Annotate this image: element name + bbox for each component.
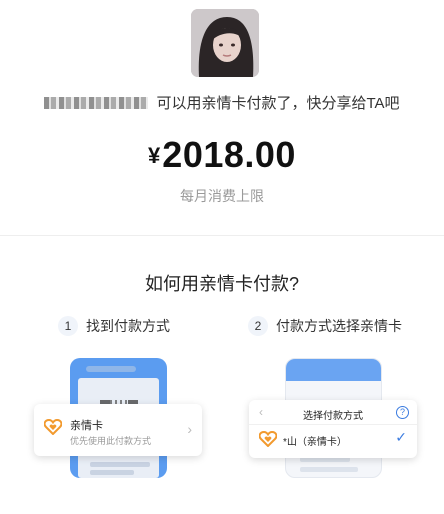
checkmark-icon: ✓ [395,429,407,445]
step-number: 2 [248,316,268,336]
guide-step-1: 1 找到付款方式 [58,316,170,336]
divider [0,235,444,236]
currency-symbol: ¥ [148,143,161,168]
heart-card-icon [258,430,278,452]
placeholder-row [90,470,134,475]
user-avatar-photo-icon [191,9,259,77]
payment-option-label: *山（亲情卡） [283,437,347,448]
monthly-limit-amount: ¥2018.00 [0,134,444,176]
help-icon: ? [396,406,409,419]
amount-value: 2018.00 [162,134,296,175]
share-message-text: 可以用亲情卡付款了，快分享给TA吧 [156,95,400,112]
divider [249,424,417,425]
card-subtitle: 优先使用此付款方式 [70,436,152,446]
step-number: 1 [58,316,78,336]
blurred-user-name [44,97,149,109]
amount-label: 每月消费上限 [180,188,264,204]
chevron-right-icon: › [187,421,192,437]
heart-card-icon [43,418,63,440]
placeholder-row [90,462,150,467]
guide-step-2: 2 付款方式选择亲情卡 [248,316,402,336]
phone-header-bar [286,359,381,381]
card-title: 选择付款方式 [303,411,363,422]
family-card-payment-card: 亲情卡 优先使用此付款方式 › [34,404,202,456]
phone-header-bar [86,366,136,372]
guide-title: 如何用亲情卡付款? [144,274,299,294]
avatar [191,9,259,77]
share-message: 可以用亲情卡付款了，快分享给TA吧 [0,92,444,113]
card-title: 亲情卡 [70,420,103,432]
step-label: 找到付款方式 [86,318,170,334]
placeholder-row [300,467,358,472]
step-label: 付款方式选择亲情卡 [276,318,402,334]
select-payment-method-card: ‹ 选择付款方式 ? *山（亲情卡） ✓ [249,400,417,458]
